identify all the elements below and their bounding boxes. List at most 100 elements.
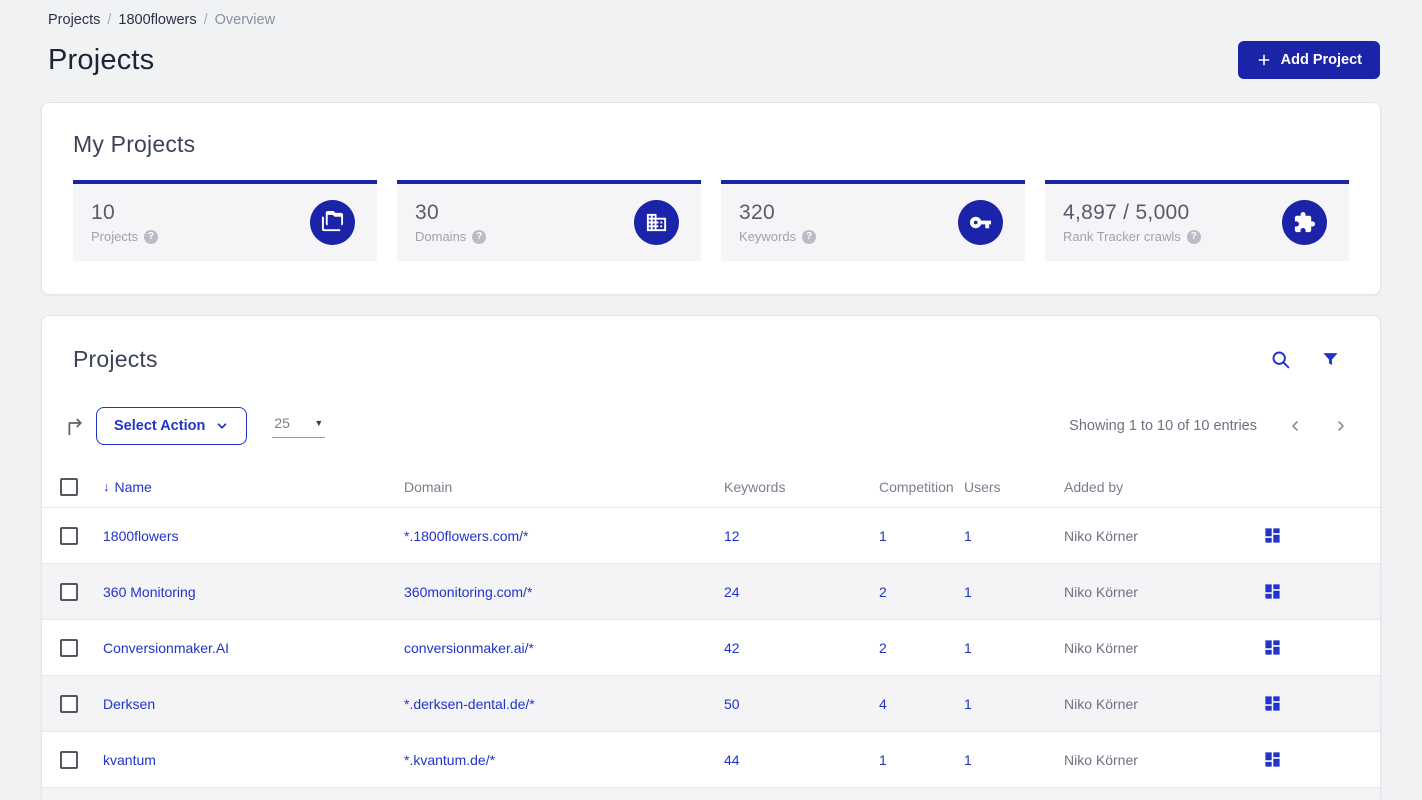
row-checkbox[interactable] [60,526,78,545]
project-name-link[interactable]: Conversionmaker.AI [103,640,229,656]
breadcrumb-separator: / [203,12,208,28]
project-keywords-link[interactable]: 12 [724,528,740,544]
my-projects-panel: My Projects 10 Projects ? 30 Domains ? 3… [41,102,1381,295]
column-header-competition[interactable]: Competition [879,479,964,495]
dashboard-icon[interactable] [1263,638,1282,657]
breadcrumb-item-1800flowers[interactable]: 1800flowers [118,12,196,28]
project-name-link[interactable]: 1800flowers [103,528,179,544]
project-keywords-link[interactable]: 44 [724,752,740,768]
pagination-next-button[interactable] [1333,418,1349,434]
row-checkbox[interactable] [60,582,78,601]
search-icon[interactable] [1270,349,1291,370]
table-body: 1800flowers *.1800flowers.com/* 12 1 1 N… [42,507,1380,787]
breadcrumb-separator: / [107,12,112,28]
project-competition-link[interactable]: 1 [879,528,887,544]
dashboard-icon[interactable] [1263,750,1282,769]
project-keywords-link[interactable]: 24 [724,584,740,600]
projects-copy-icon [310,200,355,245]
help-icon[interactable]: ? [802,229,817,244]
project-users-link[interactable]: 1 [964,752,972,768]
add-project-button[interactable]: Add Project [1237,41,1380,79]
project-competition-link[interactable]: 1 [879,752,887,768]
project-name-link[interactable]: Derksen [103,696,155,712]
column-header-name[interactable]: ↓ Name [103,479,404,495]
table-row: kvantum *.kvantum.de/* 44 1 1 Niko Körne… [42,731,1380,787]
column-header-domain[interactable]: Domain [404,479,724,495]
project-users-link[interactable]: 1 [964,696,972,712]
page-size-select[interactable]: 25 ▼ [272,414,326,438]
breadcrumb-item-overview: Overview [214,12,276,28]
help-icon[interactable]: ? [143,229,158,244]
puzzle-icon [1282,200,1327,245]
project-competition-link[interactable]: 2 [879,640,887,656]
stat-value: 10 [91,201,115,224]
stats-row: 10 Projects ? 30 Domains ? 320 Keywords … [73,180,1349,261]
select-action-button[interactable]: Select Action [96,407,248,445]
added-by-label: Niko Körner [1064,751,1138,768]
project-users-link[interactable]: 1 [964,640,972,656]
table-toolbar: Select Action 25 ▼ Showing 1 to 10 of 10… [42,407,1380,445]
stat-value: 30 [415,201,439,224]
select-all-checkbox[interactable] [60,477,78,496]
column-header-users[interactable]: Users [964,479,1064,495]
row-checkbox[interactable] [60,750,78,769]
stat-card: 320 Keywords ? [721,180,1025,261]
project-domain-link[interactable]: *.1800flowers.com/* [404,528,529,544]
select-action-label: Select Action [114,418,206,434]
add-project-label: Add Project [1280,52,1362,68]
project-competition-link[interactable]: 2 [879,584,887,600]
page-header: Projects / 1800flowers / Overview Projec… [0,0,1422,79]
stat-label: Rank Tracker crawls [1063,229,1181,244]
added-by-label: Niko Körner [1064,695,1138,712]
help-icon[interactable]: ? [1186,229,1201,244]
table-row-partial [42,787,1380,800]
project-domain-link[interactable]: *.kvantum.de/* [404,752,495,768]
page-size-value: 25 [274,414,290,431]
chevron-right-icon [1338,421,1344,431]
dashboard-icon[interactable] [1263,694,1282,713]
pagination-prev-button[interactable] [1287,418,1303,434]
project-keywords-link[interactable]: 50 [724,696,740,712]
column-header-added-by[interactable]: Added by [1064,479,1256,495]
added-by-label: Niko Körner [1064,639,1138,656]
project-keywords-link[interactable]: 42 [724,640,740,656]
row-checkbox[interactable] [60,694,78,713]
project-domain-link[interactable]: 360monitoring.com/* [404,584,532,600]
breadcrumb: Projects / 1800flowers / Overview [48,12,1380,28]
chevron-down-icon [217,423,227,429]
page-title: Projects [48,43,155,76]
dashboard-icon[interactable] [1263,582,1282,601]
sort-desc-icon: ↓ [103,479,110,494]
column-header-keywords[interactable]: Keywords [724,479,879,495]
project-users-link[interactable]: 1 [964,528,972,544]
stat-label: Projects [91,229,138,244]
stat-card: 30 Domains ? [397,180,701,261]
added-by-label: Niko Körner [1064,583,1138,600]
added-by-label: Niko Körner [1064,527,1138,544]
project-domain-link[interactable]: *.derksen-dental.de/* [404,696,535,712]
help-icon[interactable]: ? [472,229,487,244]
breadcrumb-item-projects[interactable]: Projects [48,12,100,28]
table-row: Conversionmaker.AI conversionmaker.ai/* … [42,619,1380,675]
project-users-link[interactable]: 1 [964,584,972,600]
project-name-link[interactable]: 360 Monitoring [103,584,196,600]
filter-icon[interactable] [1321,350,1340,369]
showing-entries-text: Showing 1 to 10 of 10 entries [1069,418,1257,434]
stat-value: 4,897 / 5,000 [1063,201,1190,224]
stat-card: 4,897 / 5,000 Rank Tracker crawls ? [1045,180,1349,261]
stat-label: Keywords [739,229,797,244]
table-header-row: ↓ Name Domain Keywords Competition Users… [42,466,1380,507]
share-arrow-icon[interactable] [65,416,86,437]
projects-table-panel: Projects Select Action 25 ▼ Showing 1 to… [41,315,1381,800]
project-name-link[interactable]: kvantum [103,752,156,768]
project-competition-link[interactable]: 4 [879,696,887,712]
stat-value: 320 [739,201,775,224]
project-domain-link[interactable]: conversionmaker.ai/* [404,640,534,656]
key-icon [958,200,1003,245]
table-row: 1800flowers *.1800flowers.com/* 12 1 1 N… [42,507,1380,563]
building-icon [634,200,679,245]
row-checkbox[interactable] [60,638,78,657]
table-row: 360 Monitoring 360monitoring.com/* 24 2 … [42,563,1380,619]
select-caret-icon: ▼ [314,417,324,428]
dashboard-icon[interactable] [1263,526,1282,545]
